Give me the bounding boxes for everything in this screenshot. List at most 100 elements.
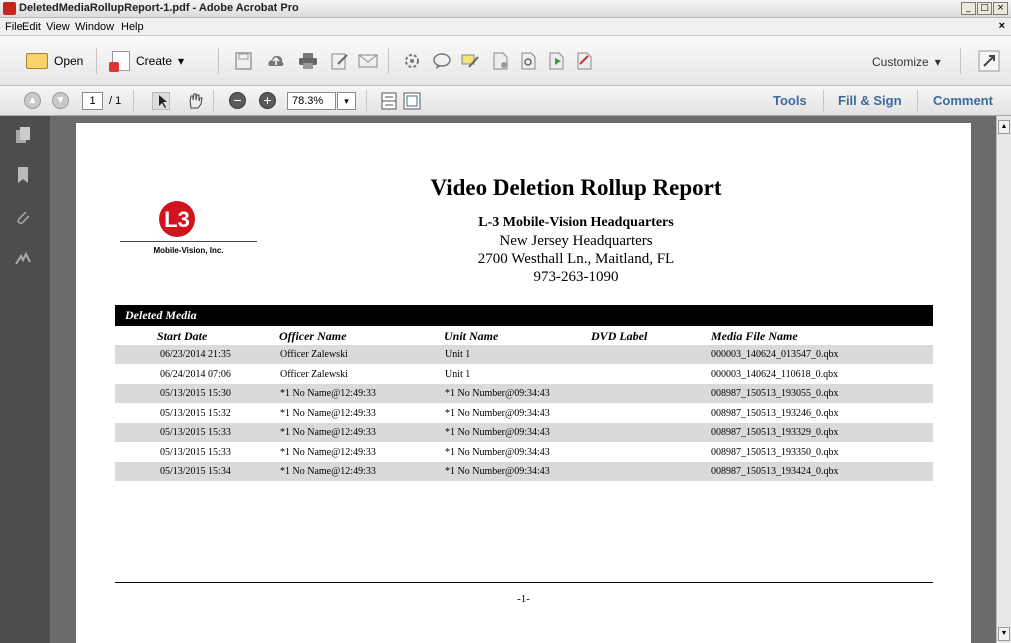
cell-officer-name: *1 No Name@12:49:33	[280, 446, 376, 458]
table-row: 05/13/2015 15:30 *1 No Name@12:49:33 *1 No…	[115, 384, 933, 403]
zoom-in-icon[interactable]: +	[259, 92, 276, 109]
cell-media-file-name: 000003_140624_110618_0.qbx	[711, 368, 839, 380]
table-row: 05/13/2015 15:33 *1 No Name@12:49:33 *1 No…	[115, 423, 933, 442]
address: 2700 Westhall Ln., Maitland, FL	[477, 251, 675, 267]
cloud-upload-icon[interactable]	[266, 52, 286, 70]
cell-media-file-name: 008987_150513_193246_0.qbx	[711, 407, 839, 419]
scroll-down-icon[interactable]: ▼	[998, 627, 1010, 641]
toolbar-divider	[823, 90, 824, 112]
cell-officer-name: Officer Zalewski	[280, 349, 348, 360]
save-icon[interactable]	[234, 52, 254, 70]
attachment-icon[interactable]	[14, 208, 32, 226]
menu-bar: File Edit View Window Help ×	[0, 18, 1011, 36]
fill-sign-tab[interactable]: Fill & Sign	[838, 93, 902, 108]
page-number-footer: -1-	[517, 593, 530, 605]
cell-unit-name: Unit 1	[445, 349, 471, 360]
open-label: Open	[54, 54, 84, 68]
location-name: New Jersey Headquarters	[499, 233, 653, 249]
fit-width-icon[interactable]	[380, 92, 398, 110]
maximize-button[interactable]: □	[977, 2, 992, 15]
customize-label: Customize	[872, 55, 929, 69]
select-tool-icon[interactable]	[152, 92, 170, 110]
table-row: 06/24/2014 07:06 Officer Zalewski Unit 1 00…	[115, 365, 933, 384]
zoom-input[interactable]: 78.3%	[287, 92, 336, 110]
find-icon[interactable]	[518, 52, 538, 70]
phone-number: 973-263-1090	[533, 269, 619, 285]
create-button[interactable]: Create ▾	[109, 51, 184, 72]
scroll-up-icon[interactable]: ▲	[998, 120, 1010, 134]
toolbar-divider	[366, 90, 367, 112]
settings-icon[interactable]	[402, 52, 422, 70]
column-dvd-label: DVD Label	[591, 329, 648, 343]
zoom-dropdown[interactable]: ▾	[337, 92, 356, 110]
highlight-icon[interactable]	[460, 52, 480, 70]
page-number-input[interactable]: 1	[82, 92, 103, 110]
page-total: / 1	[109, 95, 122, 107]
toolbar-divider	[388, 48, 389, 74]
table-row: 06/23/2014 21:35 Officer Zalewski Unit 1 00…	[115, 345, 933, 364]
cell-officer-name: *1 No Name@12:49:33	[280, 466, 376, 477]
table-row: 05/13/2015 15:32 *1 No Name@12:49:33 *1 No…	[115, 404, 933, 423]
comment-icon[interactable]	[432, 52, 452, 70]
comment-tab[interactable]: Comment	[933, 93, 993, 108]
page-thumbnails-icon[interactable]	[14, 126, 32, 144]
export-icon[interactable]	[546, 52, 566, 70]
cell-unit-name: *1 No Number@09:34:43	[445, 446, 550, 458]
hand-tool-icon[interactable]	[186, 92, 204, 110]
folder-icon	[26, 53, 48, 69]
navigation-toolbar: ▲ ▼ 1 / 1 − + 78.3% ▾ Tools Fill & Sign …	[0, 86, 1011, 116]
cell-media-file-name: 000003_140624_013547_0.qbx	[711, 349, 839, 360]
menu-file[interactable]: File	[5, 21, 23, 33]
toolbar-divider	[213, 90, 214, 112]
column-officer-name: Officer Name	[279, 329, 347, 343]
acrobat-icon	[3, 2, 16, 15]
close-button[interactable]: ×	[993, 2, 1008, 15]
cell-media-file-name: 008987_150513_193329_0.qbx	[711, 427, 839, 438]
menu-help[interactable]: Help	[121, 21, 144, 33]
cell-media-file-name: 008987_150513_193055_0.qbx	[711, 388, 839, 399]
toolbar-divider	[960, 48, 961, 74]
fit-page-icon[interactable]	[403, 92, 421, 110]
zoom-out-icon[interactable]: −	[229, 92, 246, 109]
cell-media-file-name: 008987_150513_193424_0.qbx	[711, 466, 839, 477]
cell-start-date: 05/13/2015 15:33	[160, 427, 231, 438]
pdf-page: L3 Mobile-Vision, Inc. Video Deletion Ro…	[76, 123, 971, 643]
previous-page-icon[interactable]: ▲	[24, 92, 41, 109]
next-page-icon[interactable]: ▼	[52, 92, 69, 109]
edit-icon[interactable]	[330, 52, 350, 70]
toolbar-divider	[96, 48, 97, 74]
cell-media-file-name: 008987_150513_193350_0.qbx	[711, 446, 839, 458]
cell-start-date: 06/24/2014 07:06	[160, 368, 231, 380]
create-pdf-icon	[109, 51, 130, 72]
menu-window[interactable]: Window	[75, 21, 114, 33]
table-row: 05/13/2015 15:34 *1 No Name@12:49:33 *1 No…	[115, 462, 933, 481]
menu-edit[interactable]: Edit	[22, 21, 41, 33]
table-row: 05/13/2015 15:33 *1 No Name@12:49:33 *1 No…	[115, 443, 933, 462]
open-button[interactable]: Open	[26, 53, 83, 69]
cell-officer-name: *1 No Name@12:49:33	[280, 388, 376, 399]
print-icon[interactable]	[298, 52, 318, 70]
cell-start-date: 06/23/2014 21:35	[160, 349, 231, 360]
document-icon[interactable]	[490, 52, 510, 70]
cell-start-date: 05/13/2015 15:30	[160, 388, 231, 399]
bookmark-icon[interactable]	[14, 166, 32, 184]
cell-unit-name: *1 No Number@09:34:43	[445, 427, 550, 438]
expand-icon[interactable]	[978, 50, 1000, 72]
toolbar-divider	[133, 90, 134, 112]
close-document-icon[interactable]: ×	[999, 20, 1005, 32]
window-title: DeletedMediaRollupReport-1.pdf - Adobe A…	[19, 2, 299, 14]
footer-divider	[115, 582, 933, 583]
email-icon[interactable]	[358, 52, 378, 70]
signatures-icon[interactable]	[14, 250, 32, 268]
sign-icon[interactable]	[574, 52, 594, 70]
org-name: L-3 Mobile-Vision Headquarters	[478, 215, 674, 230]
column-unit-name: Unit Name	[444, 329, 499, 343]
cell-officer-name: *1 No Name@12:49:33	[280, 407, 376, 419]
toolbar-divider	[917, 90, 918, 112]
tools-tab[interactable]: Tools	[773, 93, 807, 108]
chevron-down-icon: ▾	[934, 55, 941, 69]
customize-button[interactable]: Customize ▾	[872, 55, 941, 69]
menu-view[interactable]: View	[46, 21, 70, 33]
vertical-scrollbar[interactable]: ▲ ▼	[996, 116, 1011, 643]
minimize-button[interactable]: _	[961, 2, 976, 15]
